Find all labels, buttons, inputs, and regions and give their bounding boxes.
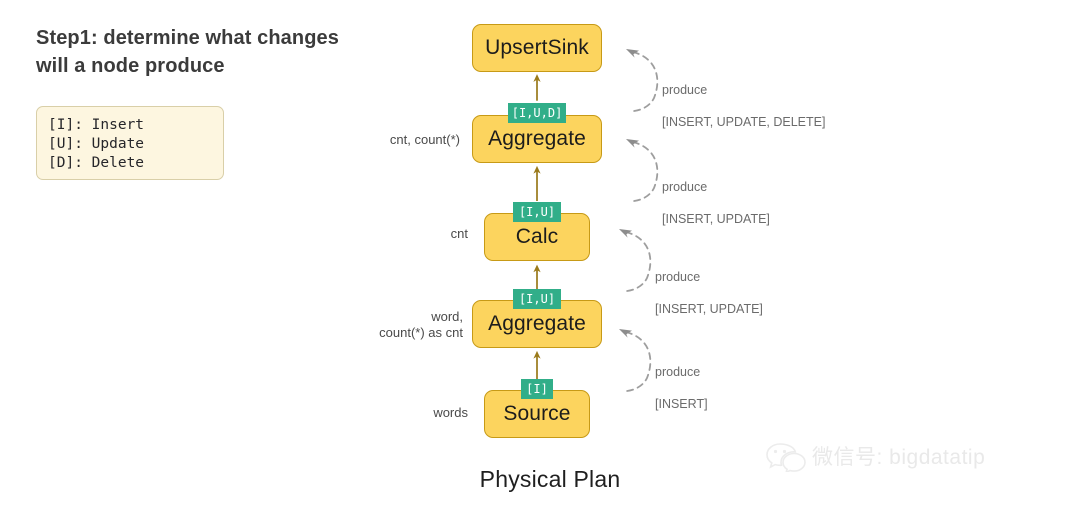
badge-text: [I] (526, 382, 548, 396)
produce-arc-aggregate-top (626, 139, 659, 202)
badge-text: [I,U,D] (511, 106, 563, 120)
node-label: Aggregate (488, 312, 586, 335)
produce-changes: [INSERT] (655, 397, 708, 411)
connector-calc-to-aggregate-top (533, 165, 541, 201)
produce-verb: produce (662, 83, 708, 97)
legend-line-insert: [I]: Insert (48, 117, 145, 133)
badge-text: [I,U] (518, 292, 556, 306)
produce-label-aggregate-top: produce [INSERT, UPDATE] (662, 163, 882, 227)
field-label-calc: cnt (450, 226, 468, 241)
watermark: 微信号: bigdatatip (766, 440, 985, 472)
field-label-aggregate-bottom: word, count(*) as cnt (379, 309, 463, 340)
produce-verb: produce (662, 180, 708, 194)
field-label-aggregate-top: cnt, count(*) (389, 132, 460, 147)
change-type-legend: [I]: Insert [U]: Update [D]: Delete (36, 106, 224, 180)
watermark-text: 微信号: bigdatatip (812, 446, 986, 469)
page-title: Step1: determine what changes will a nod… (36, 27, 339, 78)
produce-label-upsert-sink: produce [INSERT, UPDATE, DELETE] (662, 66, 882, 130)
node-label: Aggregate (488, 127, 586, 150)
badge-aggregate-top: [I,U,D] (508, 103, 566, 123)
legend-line-delete: [D]: Delete (48, 155, 145, 171)
produce-label-calc: produce [INSERT, UPDATE] (655, 253, 875, 317)
field-label-source: words (433, 405, 468, 420)
diagram-caption: Physical Plan (479, 466, 621, 492)
produce-changes: [INSERT, UPDATE] (662, 212, 770, 226)
badge-calc: [I,U] (513, 202, 561, 222)
produce-arc-upsert-sink (626, 49, 659, 112)
badge-text: [I,U] (518, 205, 556, 219)
node-label: UpsertSink (485, 36, 589, 59)
produce-verb: produce (655, 365, 701, 379)
wechat-icon (766, 443, 806, 472)
badge-aggregate-bottom: [I,U] (513, 289, 561, 309)
produce-label-aggregate-bottom: produce [INSERT] (655, 348, 875, 412)
node-label: Source (503, 402, 571, 425)
node-upsert-sink[interactable]: UpsertSink (472, 24, 602, 72)
node-label: Calc (515, 225, 559, 248)
produce-changes: [INSERT, UPDATE] (655, 302, 763, 316)
diagram-canvas: Step1: determine what changes will a nod… (0, 0, 1080, 516)
produce-arc-aggregate-bottom (619, 329, 652, 392)
produce-changes: [INSERT, UPDATE, DELETE] (662, 115, 826, 129)
badge-source: [I] (521, 379, 553, 399)
produce-arc-calc (619, 229, 652, 292)
connector-aggregate-top-to-upsert-sink (533, 74, 541, 101)
legend-line-update: [U]: Update (48, 136, 145, 152)
produce-verb: produce (655, 270, 701, 284)
